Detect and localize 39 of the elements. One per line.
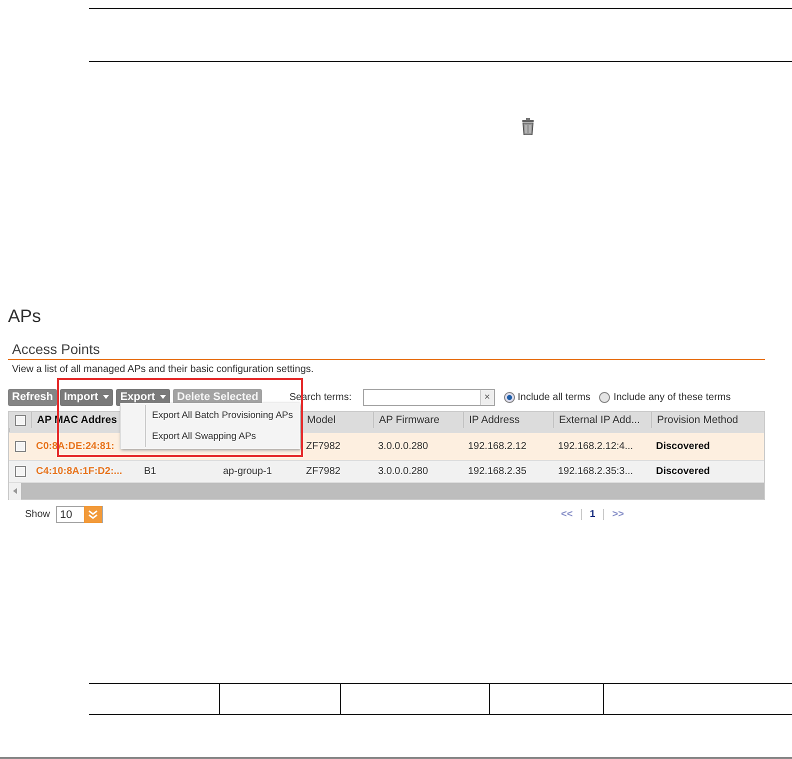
search-field[interactable]: × xyxy=(362,388,495,406)
table-cell-text: Discovered xyxy=(655,441,711,452)
section-title: Access Points xyxy=(8,341,765,360)
checkbox[interactable] xyxy=(14,414,26,426)
radio-option[interactable]: Include any of these terms xyxy=(599,392,731,402)
table-cell-text: ap-group-1 xyxy=(222,466,273,477)
page-title: APs xyxy=(8,306,42,327)
table-row[interactable]: C4:10:8A:1F:D2:... B1 ap-group-1 ZF7982 3.0.0.0.280 192.168.2.35 192.168.2.35:3... Discovered xyxy=(9,460,764,482)
toolbar-button[interactable]: Refresh xyxy=(8,388,57,406)
column-header: Provision Method xyxy=(651,412,764,428)
column-header: AP Firmware xyxy=(373,412,463,428)
trash-icon[interactable] xyxy=(520,118,536,135)
table-cell-text: Discovered xyxy=(655,466,711,477)
page-link[interactable]: 1 xyxy=(580,509,604,520)
chevron-down-icon[interactable] xyxy=(88,510,98,520)
arrow-left-icon[interactable] xyxy=(13,488,17,494)
menu-item[interactable]: Export All Swapping APs xyxy=(145,426,300,447)
table-cell-text: 192.168.2.12 xyxy=(467,441,528,452)
radio-option[interactable]: Include all terms xyxy=(504,392,590,402)
show-label: Show xyxy=(25,509,50,520)
table-cell-text: 192.168.2.35:3... xyxy=(557,466,634,477)
table-cell-text: B1 xyxy=(143,466,158,477)
checkbox[interactable] xyxy=(14,441,26,452)
column-header: External IP Add... xyxy=(553,412,651,428)
menu-button[interactable]: Import xyxy=(60,388,114,406)
table-cell-text: 192.168.2.12:4... xyxy=(557,441,634,452)
table-cell-text: ZF7982 xyxy=(305,441,342,452)
table-cell-text: 192.168.2.35 xyxy=(467,466,528,477)
column-header: IP Address xyxy=(463,412,553,428)
menu-item[interactable]: Export All Batch Provisioning APs xyxy=(145,405,300,426)
column-header: Model xyxy=(301,412,373,428)
page-size-select[interactable]: 10 xyxy=(56,506,104,523)
table-cell-text: ZF7982 xyxy=(305,466,342,477)
clear-button[interactable]: × xyxy=(480,390,494,404)
table-cell-text: 3.0.0.0.280 xyxy=(377,441,430,452)
section-description: View a list of all managed APs and their basic configuration settings. xyxy=(11,363,315,377)
scrollbar[interactable] xyxy=(9,482,764,499)
table-cell-text: 3.0.0.0.280 xyxy=(377,466,430,477)
checkbox[interactable] xyxy=(14,466,26,477)
